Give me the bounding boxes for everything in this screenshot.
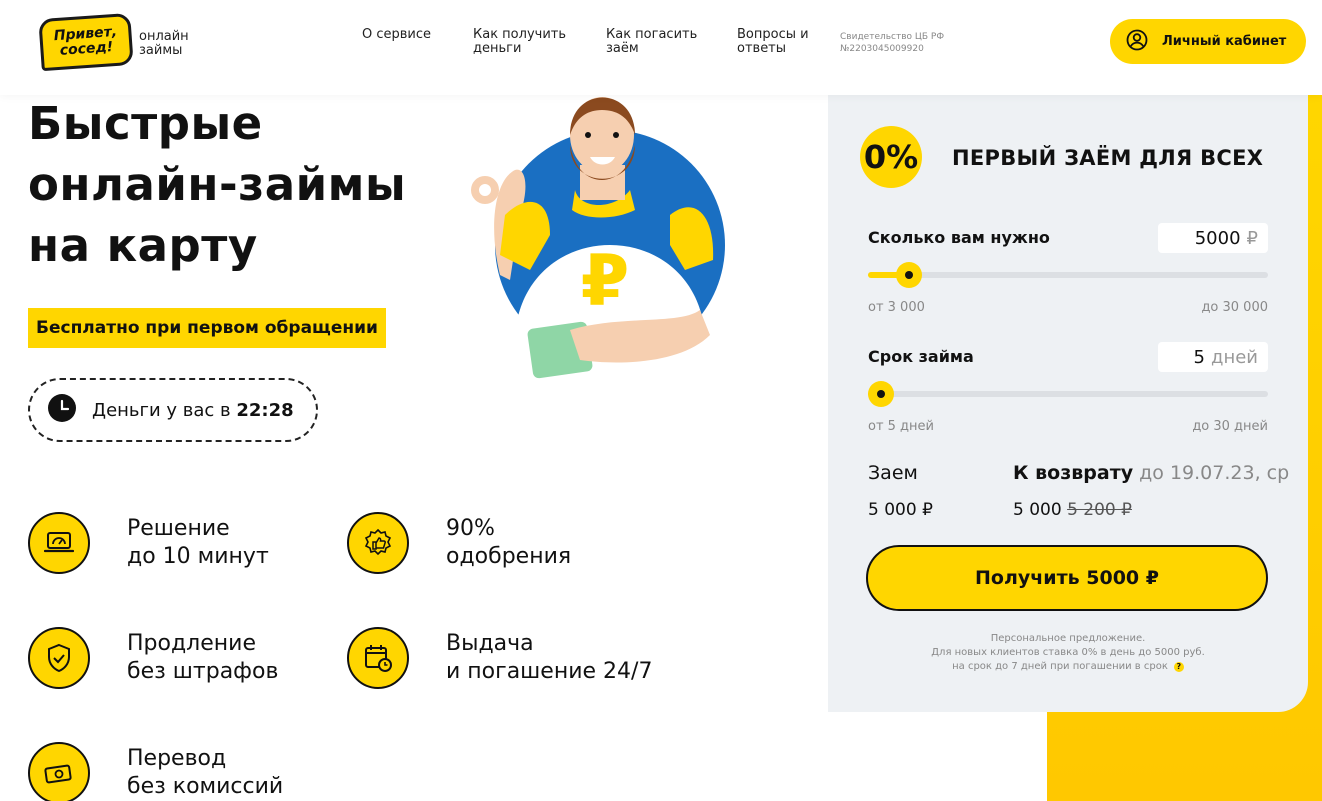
zero-percent-badge: 0% [860,126,922,188]
personal-account-button[interactable]: Личный кабинет [1110,19,1306,64]
feature-line1: 90% [446,516,495,541]
feature-line2: без штрафов [127,659,279,684]
feature-approval-rate: 90% одобрения [347,512,571,574]
money-timer: Деньги у вас в 22:28 [28,378,318,442]
feature-line2: до 10 минут [127,544,269,569]
personal-account-label: Личный кабинет [1162,34,1287,49]
amount-max-label: до 30 000 [1201,300,1268,315]
feature-line2: одобрения [446,544,572,569]
return-values: 5 000 5 200 ₽ [1013,500,1132,520]
feature-line1: Продление [127,631,256,656]
user-icon [1126,29,1148,55]
feature-line2: без комиссий [127,774,284,799]
feature-text: Перевод без комиссий [127,745,283,801]
amount-input[interactable]: 5000 ₽ [1158,223,1268,253]
feature-text: Решение до 10 минут [127,515,269,571]
return-summary: К возврату до 19.07.23, ср [1013,462,1289,484]
term-label: Срок займа [868,347,974,366]
nav-item-how-to-get[interactable]: Как получить деньги [473,28,573,56]
feature-no-fee-transfer: Перевод без комиссий [28,742,283,801]
mascot-illustration: ₽ [430,95,730,395]
clock-icon [48,394,76,426]
loan-label: Заем [868,462,918,484]
page-title: Быстрые онлайн-займы на карту [28,97,407,272]
nav-item-faq[interactable]: Вопросы и ответы [737,28,809,56]
feature-text: Выдача и погашение 24/7 [446,630,652,686]
feature-issuance-24-7: Выдача и погашение 24/7 [347,627,652,689]
nav-item-how-to-repay[interactable]: Как погасить заём [606,28,706,56]
svg-text:₽: ₽ [581,240,630,322]
help-icon[interactable]: ? [1173,662,1184,672]
amount-unit: ₽ [1246,227,1258,249]
feature-text: Продление без штрафов [127,630,278,686]
return-date: до 19.07.23, ср [1139,462,1290,484]
term-unit: дней [1211,346,1258,368]
feature-line1: Решение [127,516,230,541]
free-first-loan-badge: Бесплатно при первом обращении [28,308,386,348]
header: Привет, сосед! онлайн займы О сервисе Ка… [0,0,1322,95]
laptop-speedometer-icon [28,512,90,574]
return-label: К возврату [1013,462,1134,484]
timer-text: Деньги у вас в 22:28 [92,400,294,421]
logo-line2: сосед! [59,39,114,59]
note-line2: Для новых клиентов ставка 0% в день до 5… [931,647,1205,658]
feature-decision-time: Решение до 10 минут [28,512,269,574]
license-text: Свидетельство ЦБ РФ №2203045009920 [840,32,945,54]
term-input[interactable]: 5 дней [1158,342,1268,372]
logo-subtitle: онлайн займы [139,29,189,58]
nav-item-about[interactable]: О сервисе [362,28,452,42]
feature-line1: Выдача [446,631,534,656]
return-value: 5 000 [1013,500,1062,520]
return-old-value: 5 200 ₽ [1067,500,1132,520]
term-min-label: от 5 дней [868,419,934,434]
amount-slider[interactable] [868,262,1268,288]
note-line1: Персональное предложение. [990,633,1146,644]
amount-value: 5000 [1194,227,1241,249]
term-slider-handle[interactable] [868,381,894,407]
thumbs-up-icon [347,512,409,574]
note-line3: на срок до 7 дней при погашении в срок [952,661,1168,672]
term-max-label: до 30 дней [1192,419,1268,434]
logo[interactable]: Привет, сосед! [38,12,134,72]
calculator-heading: ПЕРВЫЙ ЗАЁМ ДЛЯ ВСЕХ [952,146,1264,170]
term-slider[interactable] [868,381,1268,407]
amount-slider-handle[interactable] [895,262,922,288]
note-line3-wrap: на срок до 7 дней при погашении в срок? [868,660,1268,674]
feature-line1: Перевод [127,746,227,771]
amount-min-label: от 3 000 [868,300,925,315]
cash-icon [28,742,90,801]
term-value: 5 [1193,346,1205,368]
calendar-clock-icon [347,627,409,689]
timer-time: 22:28 [236,399,294,421]
feature-text: 90% одобрения [446,515,571,571]
loan-calculator: 0% ПЕРВЫЙ ЗАЁМ ДЛЯ ВСЕХ Сколько вам нужн… [828,92,1308,712]
offer-note: Персональное предложение. Для новых клие… [868,632,1268,674]
feature-line2: и погашение 24/7 [446,659,653,684]
amount-label: Сколько вам нужно [868,228,1050,247]
feature-extension: Продление без штрафов [28,627,278,689]
get-loan-button[interactable]: Получить 5000 ₽ [866,545,1268,611]
shield-check-icon [28,627,90,689]
timer-label: Деньги у вас в [92,399,231,421]
loan-value: 5 000 ₽ [868,500,933,520]
